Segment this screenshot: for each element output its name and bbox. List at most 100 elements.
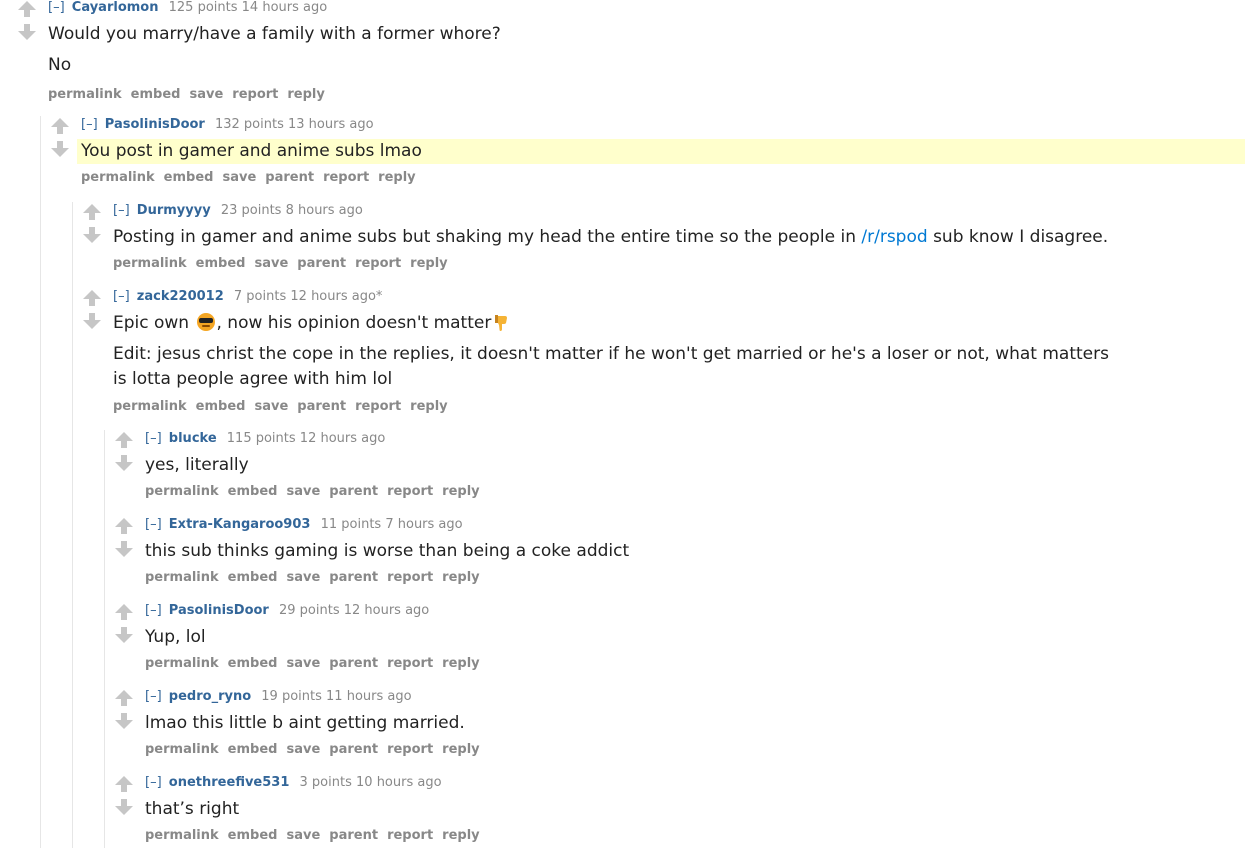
permalink-button[interactable]: permalink bbox=[81, 170, 155, 185]
parent-button[interactable]: parent bbox=[329, 656, 378, 671]
comment-author[interactable]: Durmyyyy bbox=[137, 203, 211, 218]
downvote-arrow-icon[interactable] bbox=[115, 541, 133, 557]
collapse-toggle[interactable]: [–] bbox=[145, 775, 162, 790]
downvote-arrow-icon[interactable] bbox=[51, 141, 69, 157]
parent-button[interactable]: parent bbox=[329, 484, 378, 499]
comment-author[interactable]: PasolinisDoor bbox=[105, 117, 205, 132]
permalink-button[interactable]: permalink bbox=[145, 828, 219, 843]
downvote-arrow-icon[interactable] bbox=[83, 227, 101, 243]
permalink-button[interactable]: permalink bbox=[113, 399, 187, 414]
save-button[interactable]: save bbox=[254, 399, 288, 414]
collapse-toggle[interactable]: [–] bbox=[48, 0, 65, 15]
comment-paragraph: lmao this little b aint getting married. bbox=[145, 713, 465, 733]
comment-author[interactable]: blucke bbox=[169, 431, 217, 446]
collapse-toggle[interactable]: [–] bbox=[113, 203, 130, 218]
downvote-arrow-icon[interactable] bbox=[115, 713, 133, 729]
permalink-button[interactable]: permalink bbox=[145, 484, 219, 499]
comment-time: 8 hours ago bbox=[285, 203, 363, 218]
parent-button[interactable]: parent bbox=[297, 256, 346, 271]
comment-author[interactable]: zack220012 bbox=[137, 289, 224, 304]
parent-button[interactable]: parent bbox=[329, 570, 378, 585]
upvote-arrow-icon[interactable] bbox=[115, 432, 133, 448]
save-button[interactable]: save bbox=[286, 484, 320, 499]
downvote-arrow-icon[interactable] bbox=[115, 799, 133, 815]
comment-actions: permalink embed save parent report reply bbox=[113, 399, 1238, 417]
permalink-button[interactable]: permalink bbox=[113, 256, 187, 271]
reply-button[interactable]: reply bbox=[442, 484, 479, 499]
collapse-toggle[interactable]: [–] bbox=[81, 117, 98, 132]
save-button[interactable]: save bbox=[189, 87, 223, 102]
upvote-arrow-icon[interactable] bbox=[115, 776, 133, 792]
comment-author[interactable]: Extra-Kangaroo903 bbox=[169, 517, 311, 532]
downvote-arrow-icon[interactable] bbox=[18, 24, 36, 40]
embed-button[interactable]: embed bbox=[228, 828, 278, 843]
embed-button[interactable]: embed bbox=[228, 656, 278, 671]
embed-button[interactable]: embed bbox=[228, 484, 278, 499]
reply-button[interactable]: reply bbox=[410, 256, 447, 271]
comment-paragraph: yes, literally bbox=[145, 455, 249, 475]
report-button[interactable]: report bbox=[387, 656, 433, 671]
comment: [–] PasolinisDoor 132 points 13 hours ag… bbox=[51, 117, 1245, 188]
collapse-toggle[interactable]: [–] bbox=[145, 603, 162, 618]
comment-score: 11 points bbox=[320, 517, 382, 532]
save-button[interactable]: save bbox=[286, 656, 320, 671]
report-button[interactable]: report bbox=[323, 170, 369, 185]
permalink-button[interactable]: permalink bbox=[145, 570, 219, 585]
comment-author[interactable]: Cayarlomon bbox=[72, 0, 159, 15]
reply-button[interactable]: reply bbox=[442, 742, 479, 757]
comment-tagline: [–] Cayarlomon 125 points 14 hours ago bbox=[48, 0, 1238, 18]
report-button[interactable]: report bbox=[387, 742, 433, 757]
upvote-arrow-icon[interactable] bbox=[83, 290, 101, 306]
save-button[interactable]: save bbox=[222, 170, 256, 185]
report-button[interactable]: report bbox=[232, 87, 278, 102]
reply-button[interactable]: reply bbox=[442, 828, 479, 843]
comment-author[interactable]: pedro_ryno bbox=[169, 689, 251, 704]
collapse-toggle[interactable]: [–] bbox=[145, 431, 162, 446]
reply-button[interactable]: reply bbox=[410, 399, 447, 414]
report-button[interactable]: report bbox=[387, 484, 433, 499]
upvote-arrow-icon[interactable] bbox=[51, 118, 69, 134]
embed-button[interactable]: embed bbox=[196, 399, 246, 414]
reply-button[interactable]: reply bbox=[287, 87, 324, 102]
collapse-toggle[interactable]: [–] bbox=[113, 289, 130, 304]
comment-author[interactable]: onethreefive531 bbox=[169, 775, 290, 790]
upvote-arrow-icon[interactable] bbox=[115, 518, 133, 534]
downvote-arrow-icon[interactable] bbox=[115, 455, 133, 471]
embed-button[interactable]: embed bbox=[196, 256, 246, 271]
subreddit-link[interactable]: /r/rspod bbox=[861, 227, 927, 247]
save-button[interactable]: save bbox=[286, 570, 320, 585]
comment-score: 7 points bbox=[233, 289, 287, 304]
parent-button[interactable]: parent bbox=[329, 828, 378, 843]
reply-button[interactable]: reply bbox=[442, 656, 479, 671]
parent-button[interactable]: parent bbox=[265, 170, 314, 185]
comment-time: 12 hours ago* bbox=[290, 289, 383, 304]
upvote-arrow-icon[interactable] bbox=[115, 690, 133, 706]
upvote-arrow-icon[interactable] bbox=[83, 204, 101, 220]
report-button[interactable]: report bbox=[387, 828, 433, 843]
reply-button[interactable]: reply bbox=[442, 570, 479, 585]
collapse-toggle[interactable]: [–] bbox=[145, 517, 162, 532]
reply-button[interactable]: reply bbox=[378, 170, 415, 185]
embed-button[interactable]: embed bbox=[228, 570, 278, 585]
embed-button[interactable]: embed bbox=[131, 87, 181, 102]
collapse-toggle[interactable]: [–] bbox=[145, 689, 162, 704]
upvote-arrow-icon[interactable] bbox=[115, 604, 133, 620]
parent-button[interactable]: parent bbox=[297, 399, 346, 414]
save-button[interactable]: save bbox=[286, 742, 320, 757]
comment-thread: [–] Cayarlomon 125 points 14 hours ago W… bbox=[0, 0, 1245, 848]
downvote-arrow-icon[interactable] bbox=[83, 313, 101, 329]
embed-button[interactable]: embed bbox=[228, 742, 278, 757]
save-button[interactable]: save bbox=[286, 828, 320, 843]
embed-button[interactable]: embed bbox=[164, 170, 214, 185]
save-button[interactable]: save bbox=[254, 256, 288, 271]
report-button[interactable]: report bbox=[355, 256, 401, 271]
parent-button[interactable]: parent bbox=[329, 742, 378, 757]
downvote-arrow-icon[interactable] bbox=[115, 627, 133, 643]
permalink-button[interactable]: permalink bbox=[145, 656, 219, 671]
permalink-button[interactable]: permalink bbox=[145, 742, 219, 757]
permalink-button[interactable]: permalink bbox=[48, 87, 122, 102]
comment-author[interactable]: PasolinisDoor bbox=[169, 603, 269, 618]
upvote-arrow-icon[interactable] bbox=[18, 1, 36, 17]
report-button[interactable]: report bbox=[387, 570, 433, 585]
report-button[interactable]: report bbox=[355, 399, 401, 414]
